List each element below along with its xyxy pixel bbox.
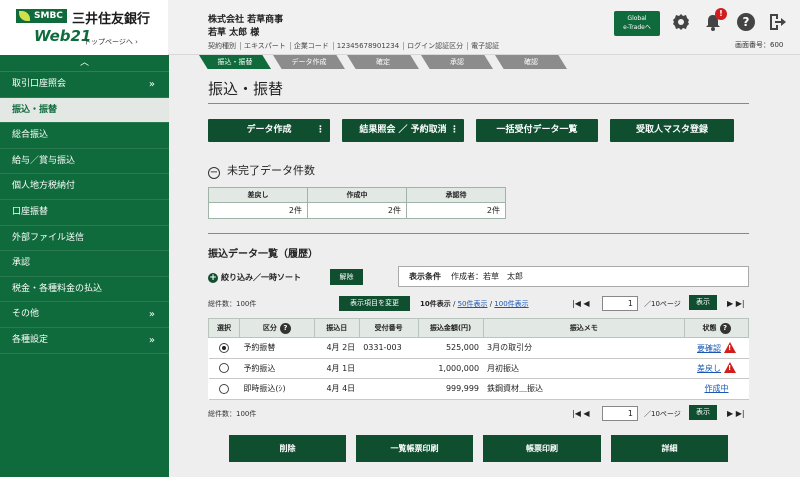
result-inquiry-button[interactable]: 結果照会 ／ 予約取消 ⋮	[342, 119, 464, 142]
transfer-table: 選択 区分? 振込日 受付番号 振込金額(円) 振込メモ 状態? 予約振替 4月…	[208, 318, 749, 400]
list-title: 振込データ一覧（履歴）	[208, 249, 318, 260]
collapse-minus-icon[interactable]: −	[208, 167, 220, 179]
sidebar-collapse-icon[interactable]: ︿	[0, 55, 169, 72]
help-icon[interactable]: ?	[719, 322, 731, 334]
status-link[interactable]: 要確認	[697, 344, 721, 353]
header: SMBC 三井住友銀行 Web21 トップページへ › 株式会社 若草商事 若草…	[0, 0, 800, 55]
first-page-icon[interactable]: |◀	[572, 409, 581, 418]
global-etrade-button[interactable]: Global e-Tradeへ	[614, 11, 660, 36]
divider	[208, 233, 749, 234]
notification-badge: !	[715, 8, 727, 20]
pending-section-title: − 未完了データ件数	[208, 164, 315, 179]
contract-meta: 契約種別 エキスパート 企業コード 12345678901234 ログイン認証区分 電子認…	[208, 42, 500, 50]
total-count: 総件数：100件	[208, 300, 257, 308]
sidebar-item-settings[interactable]: 各種設定»	[0, 328, 169, 354]
payee-master-button[interactable]: 受取人マスタ登録	[610, 119, 734, 142]
chevron-right-icon: »	[148, 334, 155, 346]
next-page-icon[interactable]: ▶	[727, 409, 733, 418]
status-link[interactable]: 差戻し	[697, 364, 721, 373]
sidebar-item-account-transfer[interactable]: 口座振替	[0, 200, 169, 226]
bulk-list-button[interactable]: 一括受付データ一覧	[476, 119, 598, 142]
display-condition: 表示条件 作成者：若草 太郎	[398, 266, 749, 287]
toppage-link[interactable]: トップページへ ›	[84, 37, 138, 47]
step-confirm: 確定	[347, 55, 419, 69]
sidebar-item-salary-transfer[interactable]: 給与／賞与振込	[0, 149, 169, 175]
sidebar-item-tax-payment[interactable]: 税金・各種料金の払込	[0, 277, 169, 303]
detail-button[interactable]: 詳細	[611, 435, 728, 462]
table-row[interactable]: 予約振込 4月 1日 1,000,000 月初振込 差戻し	[208, 358, 749, 379]
pager-top: |◀ ◀ 1 ／10ページ 表示 ▶ ▶|	[572, 295, 745, 311]
chevron-right-icon: »	[148, 79, 155, 90]
sidebar-item-transfer[interactable]: 振込・振替	[0, 97, 169, 124]
sidebar-item-local-tax[interactable]: 個人地方税納付	[0, 174, 169, 200]
warning-icon	[724, 362, 737, 374]
per-page-50-link[interactable]: 50件表示	[458, 300, 488, 308]
logout-icon[interactable]	[767, 12, 787, 32]
help-icon[interactable]: ?	[279, 322, 291, 334]
sidebar-item-other[interactable]: その他»	[0, 302, 169, 328]
page-go-button[interactable]: 表示	[689, 295, 717, 310]
row-radio[interactable]	[218, 342, 229, 353]
plus-icon: +	[208, 273, 218, 283]
company-name: 株式会社 若草商事	[208, 15, 284, 25]
next-page-icon[interactable]: ▶	[727, 299, 733, 308]
page-number-input[interactable]: 1	[602, 406, 638, 421]
more-icon: ⋮	[316, 125, 325, 135]
divider	[208, 103, 749, 104]
delete-button[interactable]: 削除	[229, 435, 346, 462]
page-title: 振込・振替	[208, 80, 284, 98]
pager-bottom: |◀ ◀ 1 ／10ページ 表示 ▶ ▶|	[572, 405, 745, 421]
help-icon[interactable]: ?	[736, 12, 756, 32]
page-number-input[interactable]: 1	[602, 296, 638, 311]
sidebar-item-general-transfer[interactable]: 総合振込	[0, 123, 169, 149]
step-create: データ作成	[273, 55, 345, 69]
gear-icon[interactable]	[671, 12, 691, 32]
total-count-bottom: 総件数：100件	[208, 410, 257, 418]
print-form-button[interactable]: 帳票印刷	[483, 435, 601, 462]
per-page-100-link[interactable]: 100件表示	[494, 300, 528, 308]
sidebar: ︿ 取引口座照会» 振込・振替 総合振込 給与／賞与振込 個人地方税納付 口座振…	[0, 55, 169, 477]
more-icon: ⋮	[450, 125, 459, 135]
table-row[interactable]: 予約振替 4月 2日 0331-003 525,000 3月の取引分 要確認	[208, 337, 749, 359]
sidebar-item-account-inquiry[interactable]: 取引口座照会»	[0, 72, 169, 98]
clear-filter-button[interactable]: 解除	[330, 269, 363, 285]
user-name: 若草 太郎 様	[208, 28, 260, 38]
row-radio[interactable]	[218, 383, 229, 394]
per-page-selector: 10件表示 / 50件表示 / 100件表示	[420, 300, 529, 308]
pending-count-table: 差戻し 作成中 承認待 2件 2件 2件	[208, 187, 506, 219]
web21-logo: Web21	[34, 27, 92, 45]
step-check: 確認	[495, 55, 567, 69]
filter-sort-toggle[interactable]: + 絞り込み／一時ソート	[208, 272, 301, 283]
sidebar-item-approval[interactable]: 承認	[0, 251, 169, 277]
last-page-icon[interactable]: ▶|	[736, 409, 745, 418]
status-link[interactable]: 作成中	[705, 384, 729, 393]
last-page-icon[interactable]: ▶|	[736, 299, 745, 308]
prev-page-icon[interactable]: ◀	[583, 299, 589, 308]
warning-icon	[724, 341, 737, 353]
change-display-items-button[interactable]: 表示項目を変更	[339, 296, 410, 311]
prev-page-icon[interactable]: ◀	[583, 409, 589, 418]
table-row[interactable]: 即時振込(ｼ) 4月 4日 999,999 鉄鋼資材＿振込 作成中	[208, 378, 749, 400]
bank-name: 三井住友銀行	[72, 12, 151, 27]
smbc-logo: SMBC	[16, 9, 67, 23]
create-data-button[interactable]: データ作成 ⋮	[208, 119, 330, 142]
first-page-icon[interactable]: |◀	[572, 299, 581, 308]
row-radio[interactable]	[218, 363, 229, 374]
sidebar-item-external-file[interactable]: 外部ファイル送信	[0, 226, 169, 252]
svg-text:?: ?	[743, 15, 750, 29]
screen-number: 画面番号：600	[735, 41, 784, 49]
page-go-button[interactable]: 表示	[689, 405, 717, 420]
step-approve: 承認	[421, 55, 493, 69]
logo-area: SMBC 三井住友銀行 Web21 トップページへ ›	[0, 0, 168, 55]
chevron-right-icon: »	[148, 309, 155, 321]
step-transfer: 振込・振替	[199, 55, 271, 69]
print-list-button[interactable]: 一覧帳票印刷	[356, 435, 473, 462]
